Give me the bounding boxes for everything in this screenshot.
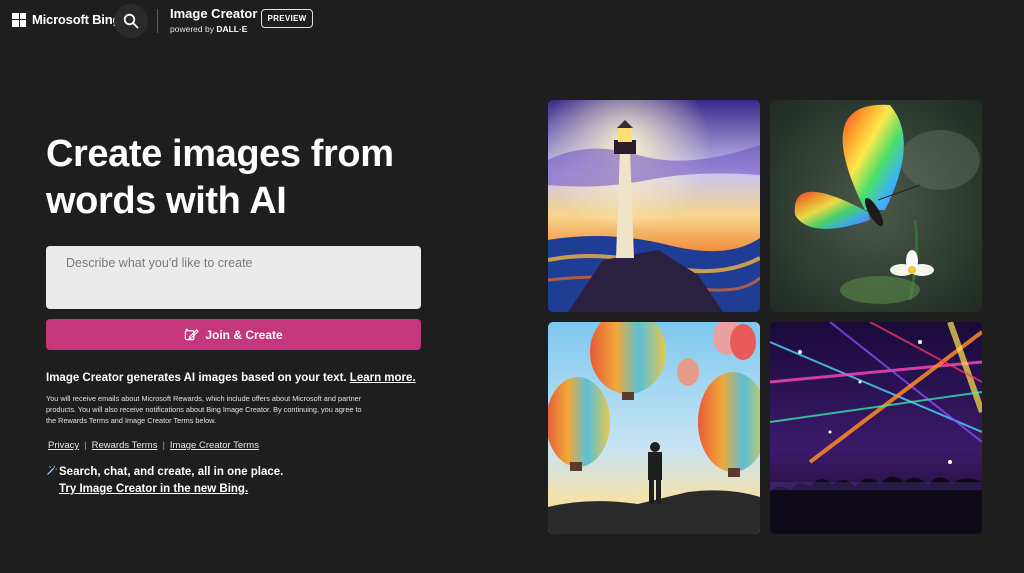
hero-title-line2: words with AI bbox=[46, 180, 287, 222]
rewards-terms-link[interactable]: Rewards Terms bbox=[90, 440, 160, 451]
top-bar: Microsoft Bing Image Creator powered by … bbox=[0, 0, 1024, 40]
gallery-image-lighthouse[interactable] bbox=[548, 100, 760, 312]
privacy-link[interactable]: Privacy bbox=[46, 440, 81, 451]
footer-links: Privacy | Rewards Terms | Image Creator Term… bbox=[46, 440, 261, 451]
promo-headline: Search, chat, and create, all in one pla… bbox=[59, 466, 284, 478]
windows-logo-icon bbox=[12, 12, 26, 27]
hero-title: Create images from words with AI bbox=[46, 131, 446, 225]
brand-name: Microsoft Bing bbox=[32, 12, 121, 27]
join-create-button[interactable]: Join & Create bbox=[46, 319, 421, 350]
join-create-label: Join & Create bbox=[205, 327, 283, 342]
header-divider bbox=[157, 9, 158, 33]
info-text: Image Creator generates AI images based … bbox=[46, 372, 416, 384]
link-separator: | bbox=[162, 440, 165, 451]
sparkle-icon bbox=[47, 465, 57, 475]
search-button[interactable] bbox=[114, 4, 148, 38]
lighthouse-painting bbox=[548, 100, 760, 312]
link-separator: | bbox=[84, 440, 87, 451]
rewards-disclaimer: You will receive emails about Microsoft … bbox=[46, 394, 362, 425]
butterfly-painting bbox=[770, 100, 982, 312]
hero-title-line1: Create images from bbox=[46, 133, 394, 175]
balloons-painting bbox=[548, 322, 760, 534]
dalle-brand: DALL·E bbox=[216, 24, 248, 34]
try-new-bing-link[interactable]: Try Image Creator in the new Bing. bbox=[59, 483, 248, 495]
learn-more-link[interactable]: Learn more. bbox=[350, 372, 416, 384]
prompt-input[interactable] bbox=[46, 246, 421, 309]
image-creator-terms-link[interactable]: Image Creator Terms bbox=[168, 440, 261, 451]
search-icon bbox=[123, 13, 139, 29]
product-title: Image Creator bbox=[170, 6, 258, 21]
concert-painting bbox=[770, 322, 982, 534]
product-title-block[interactable]: Image Creator powered by DALL·E bbox=[170, 7, 257, 37]
gallery-image-concert[interactable] bbox=[770, 322, 982, 534]
gallery-image-balloons[interactable] bbox=[548, 322, 760, 534]
product-subtitle: powered by DALL·E bbox=[170, 24, 248, 34]
gallery-image-butterfly[interactable] bbox=[770, 100, 982, 312]
microsoft-bing-logo[interactable]: Microsoft Bing bbox=[12, 12, 120, 27]
preview-badge: PREVIEW bbox=[261, 9, 313, 28]
create-pencil-icon bbox=[185, 327, 199, 341]
